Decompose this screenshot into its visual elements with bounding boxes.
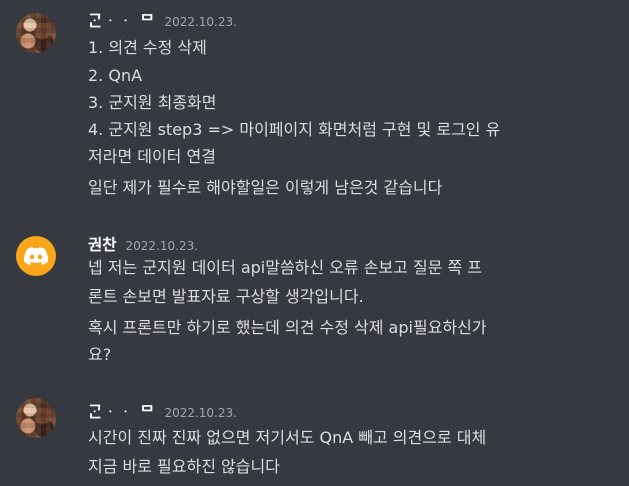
message-header: 권찬 2022.10.23. bbox=[88, 233, 198, 255]
username[interactable]: ᄀᆞᆫᆞᆞ ᄆ bbox=[88, 9, 155, 31]
message-line: 저라면 데이터 연결 bbox=[88, 147, 216, 166]
message-line: 요? bbox=[88, 345, 112, 364]
message-line: 2. QnA bbox=[88, 66, 143, 85]
message-line: 일단 제가 필수로 해야할일은 이렇게 남은것 같습니다 bbox=[88, 178, 443, 197]
timestamp: 2022.10.23. bbox=[164, 406, 237, 420]
message-line: 4. 군지원 step3 => 마이페이지 화면처럼 구현 및 로그인 유 bbox=[88, 120, 501, 139]
message-line: 론트 손보면 발표자료 구상할 생각입니다. bbox=[88, 287, 364, 306]
message-line: 넵 저는 군지원 데이터 api말씀하신 오류 손보고 질문 쪽 프 bbox=[88, 258, 483, 277]
username[interactable]: 권찬 bbox=[88, 233, 117, 255]
user-avatar[interactable] bbox=[16, 13, 56, 53]
timestamp: 2022.10.23. bbox=[125, 239, 199, 253]
timestamp: 2022.10.23. bbox=[164, 15, 237, 29]
message-line: 시간이 진짜 진짜 없으면 저기서도 QnA 빼고 의견으로 대체 bbox=[88, 428, 487, 447]
message-line: 혹시 프론트만 하기로 했는데 의견 수정 삭제 api필요하신가 bbox=[88, 318, 487, 337]
user-avatar[interactable] bbox=[16, 236, 56, 276]
message-header: ᄀᆞᆫᆞᆞ ᄆ 2022.10.23. bbox=[88, 400, 237, 422]
message-header: ᄀᆞᆫᆞᆞ ᄆ 2022.10.23. bbox=[88, 9, 237, 31]
message-line: 1. 의견 수정 삭제 bbox=[88, 38, 207, 57]
message-line: 3. 군지원 최종화면 bbox=[88, 93, 217, 112]
discord-logo-icon bbox=[24, 247, 48, 265]
message-line: 지금 바로 필요하진 않습니다 bbox=[88, 457, 280, 476]
username[interactable]: ᄀᆞᆫᆞᆞ ᄆ bbox=[88, 400, 155, 422]
user-avatar[interactable] bbox=[16, 398, 56, 438]
